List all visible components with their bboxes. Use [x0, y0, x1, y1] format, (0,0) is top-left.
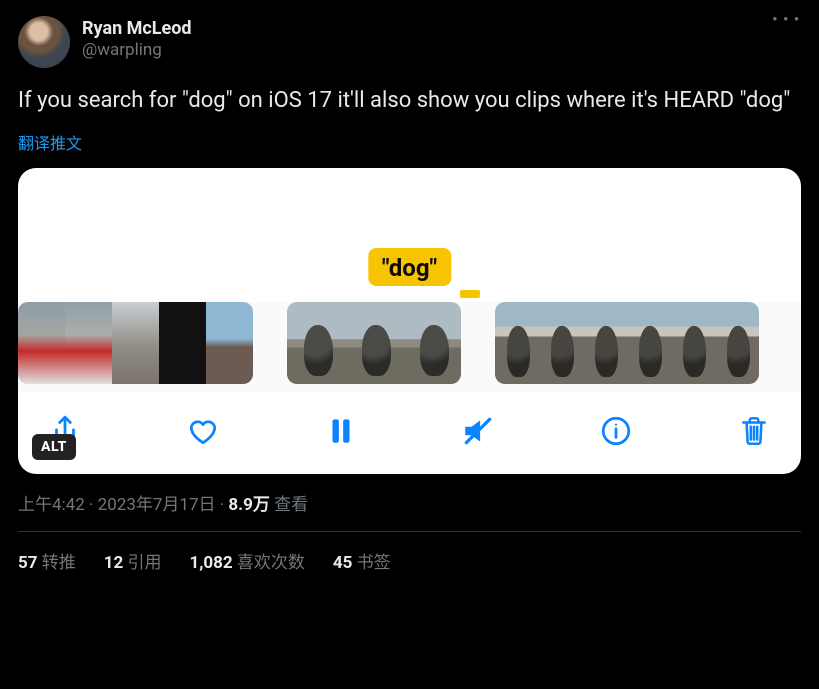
- post-time[interactable]: 上午4:42: [18, 495, 85, 515]
- clip-thumb[interactable]: [627, 302, 671, 384]
- clip-thumb[interactable]: [345, 302, 403, 384]
- clip-group-3[interactable]: [495, 302, 759, 384]
- clip-thumb[interactable]: [583, 302, 627, 384]
- views-count: 8.9万: [228, 495, 269, 515]
- caption-bubble: "dog": [368, 248, 451, 286]
- tweet-header: Ryan McLeod @warpling ● ● ●: [18, 14, 801, 68]
- avatar[interactable]: [18, 16, 70, 68]
- mute-icon[interactable]: [457, 410, 499, 452]
- timeline-marker: [460, 290, 480, 298]
- clip-thumb[interactable]: [18, 302, 65, 384]
- clip-thumb[interactable]: [403, 302, 461, 384]
- stat-retweets[interactable]: 57 转推: [18, 548, 76, 573]
- tweet-media[interactable]: "dog": [18, 168, 801, 474]
- post-date[interactable]: 2023年7月17日: [98, 495, 216, 515]
- clip-thumb[interactable]: [539, 302, 583, 384]
- clip-thumb[interactable]: [495, 302, 539, 384]
- display-name[interactable]: Ryan McLeod: [82, 18, 192, 40]
- pause-icon[interactable]: [320, 410, 362, 452]
- stat-likes[interactable]: 1,082 喜欢次数: [189, 548, 304, 573]
- clip-group-1[interactable]: [18, 302, 253, 384]
- divider: [18, 531, 801, 532]
- clip-thumb[interactable]: [206, 302, 253, 384]
- clip-thumb[interactable]: [715, 302, 759, 384]
- translate-link[interactable]: 翻译推文: [18, 130, 82, 154]
- handle[interactable]: @warpling: [82, 40, 192, 60]
- views-label: 查看: [274, 495, 308, 515]
- heart-icon[interactable]: [182, 410, 224, 452]
- clip-thumb[interactable]: [287, 302, 345, 384]
- more-button[interactable]: ● ● ●: [773, 14, 801, 23]
- alt-badge[interactable]: ALT: [32, 434, 76, 460]
- author-block: Ryan McLeod @warpling: [82, 18, 192, 60]
- stat-quotes[interactable]: 12 引用: [104, 548, 162, 573]
- clip-thumb[interactable]: [65, 302, 112, 384]
- trash-icon[interactable]: [733, 410, 775, 452]
- tweet-text: If you search for "dog" on iOS 17 it'll …: [18, 86, 801, 116]
- media-toolbar: [18, 392, 801, 474]
- tweet-stats: 57 转推 12 引用 1,082 喜欢次数 45 书签: [18, 548, 801, 573]
- clip-thumb[interactable]: [112, 302, 159, 384]
- tweet-meta: 上午4:42 · 2023年7月17日 · 8.9万 查看: [18, 490, 801, 515]
- stat-bookmarks[interactable]: 45 书签: [333, 548, 391, 573]
- info-icon[interactable]: [595, 410, 637, 452]
- clip-thumb[interactable]: [671, 302, 715, 384]
- caption-bubble-row: "dog": [18, 248, 801, 302]
- clip-thumb[interactable]: [159, 302, 206, 384]
- clip-group-2[interactable]: [287, 302, 461, 384]
- timeline-strip[interactable]: [18, 302, 801, 392]
- tweet: Ryan McLeod @warpling ● ● ● If you searc…: [0, 0, 819, 573]
